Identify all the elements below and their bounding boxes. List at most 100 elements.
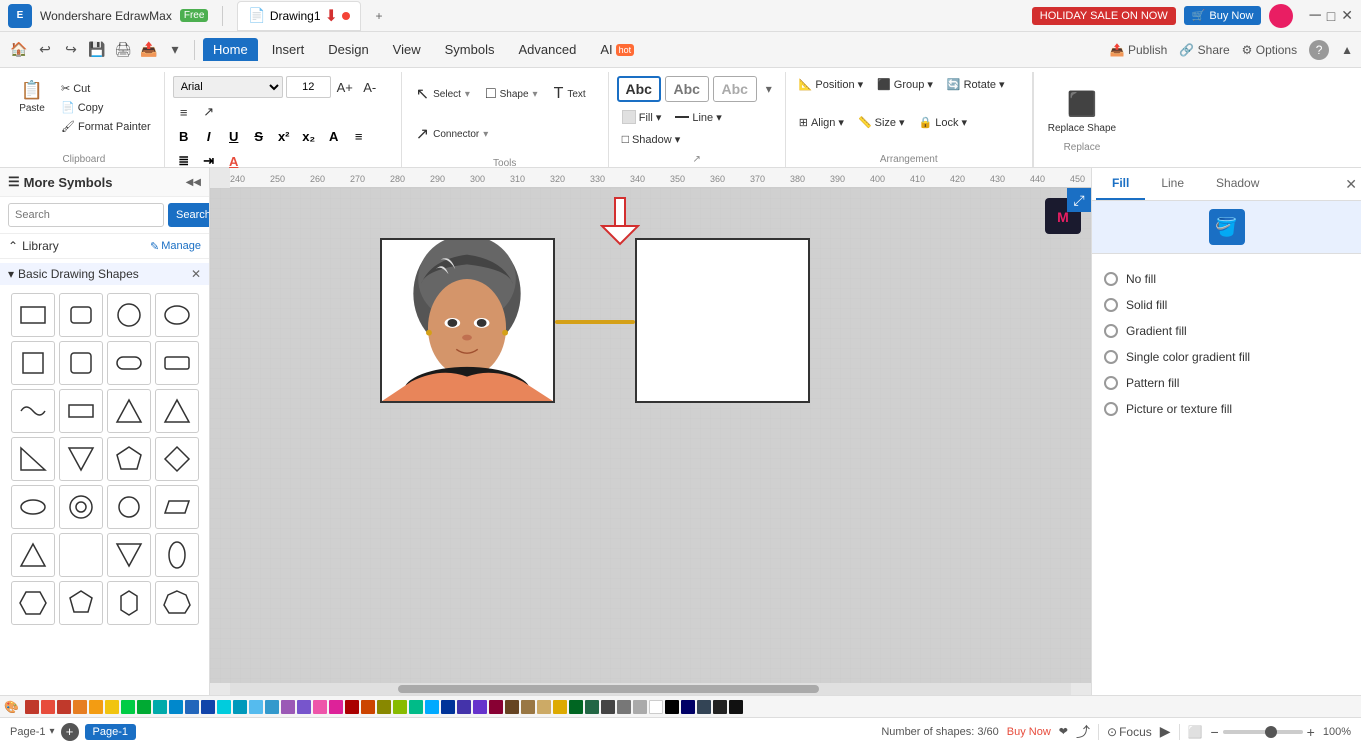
menu-home[interactable]: Home bbox=[203, 38, 258, 61]
menu-insert[interactable]: Insert bbox=[262, 38, 315, 61]
styles-expand-btn[interactable]: ▾ bbox=[761, 76, 777, 102]
color-swatch-yellow1[interactable] bbox=[89, 700, 103, 714]
font-size-input[interactable] bbox=[286, 76, 331, 98]
shape-heptagon[interactable] bbox=[155, 581, 199, 625]
shape-square1[interactable] bbox=[11, 341, 55, 385]
expand-font-btn[interactable]: ↗ bbox=[198, 101, 220, 123]
manage-btn[interactable]: ✎ Manage bbox=[150, 240, 201, 253]
page-tab-item[interactable]: Page-1 ▾ bbox=[10, 726, 55, 738]
text-tool-btn[interactable]: T Text bbox=[548, 76, 592, 112]
color-swatch-pink1[interactable] bbox=[313, 700, 327, 714]
color-swatch-red1[interactable] bbox=[25, 700, 39, 714]
increase-font-btn[interactable]: A+ bbox=[334, 76, 356, 98]
close-btn[interactable]: ✕ bbox=[1341, 7, 1353, 24]
color-swatch-cyan2[interactable] bbox=[233, 700, 247, 714]
nav-print[interactable]: 🖨 bbox=[112, 39, 134, 61]
shape-circle2[interactable] bbox=[155, 293, 199, 337]
zoom-in-btn[interactable]: + bbox=[1307, 724, 1315, 740]
color-swatch-green2[interactable] bbox=[137, 700, 151, 714]
maximize-btn[interactable]: □ bbox=[1327, 8, 1335, 24]
shape-tool-btn[interactable]: □ Shape ▾ bbox=[480, 76, 544, 112]
styles-expand-icon[interactable]: ↗ bbox=[693, 154, 701, 165]
strikethrough-btn[interactable]: S bbox=[248, 125, 270, 147]
style-abc2[interactable]: Abc bbox=[665, 76, 709, 102]
page-dropdown-icon[interactable]: ▾ bbox=[49, 726, 54, 737]
shape-oval[interactable] bbox=[155, 533, 199, 577]
align-btn2[interactable]: ⊞ Align ▾ bbox=[794, 114, 849, 131]
color-swatch-orange2[interactable] bbox=[73, 700, 87, 714]
subscript-btn[interactable]: x₂ bbox=[298, 125, 320, 147]
color-swatch-lime[interactable] bbox=[393, 700, 407, 714]
shape-triangle7[interactable] bbox=[107, 533, 151, 577]
group-btn[interactable]: ⬛ Group ▾ bbox=[872, 76, 938, 93]
nav-undo[interactable]: ↩ bbox=[34, 39, 56, 61]
shape-diamond[interactable] bbox=[155, 437, 199, 481]
color-swatch-darkred[interactable] bbox=[345, 700, 359, 714]
zoom-slider[interactable] bbox=[1223, 730, 1303, 734]
italic-btn[interactable]: I bbox=[198, 125, 220, 147]
line-btn[interactable]: Line ▾ bbox=[670, 108, 726, 126]
color-swatch-lightgray[interactable] bbox=[633, 700, 647, 714]
page-tab-active[interactable]: Page-1 bbox=[85, 724, 136, 740]
canvas-expand-btn[interactable]: ⤢ bbox=[1067, 188, 1091, 212]
h-scrollbar[interactable] bbox=[230, 683, 1071, 695]
format-painter-btn[interactable]: 🖌 Format Painter bbox=[56, 118, 156, 135]
drawing-canvas[interactable]: M ⤢ bbox=[210, 188, 1091, 683]
color-swatch-charcoal[interactable] bbox=[713, 700, 727, 714]
fill-gradient[interactable]: Gradient fill bbox=[1104, 318, 1349, 344]
new-tab-btn[interactable]: + bbox=[369, 6, 389, 26]
cut-btn[interactable]: ✂ Cut bbox=[56, 80, 156, 97]
shape-triangle5[interactable] bbox=[11, 533, 55, 577]
fill-pattern[interactable]: Pattern fill bbox=[1104, 370, 1349, 396]
nav-home[interactable]: 🏠 bbox=[8, 39, 30, 61]
tab-line[interactable]: Line bbox=[1145, 168, 1200, 200]
color-swatch-cyan1[interactable] bbox=[217, 700, 231, 714]
menu-design[interactable]: Design bbox=[318, 38, 378, 61]
help-btn[interactable]: ? bbox=[1309, 40, 1329, 60]
shadow-btn[interactable]: □ Shadow ▾ bbox=[617, 130, 686, 148]
shapes-section-header[interactable]: ▾ Basic Drawing Shapes ✕ bbox=[0, 263, 209, 285]
search-input[interactable] bbox=[8, 203, 164, 227]
options-btn[interactable]: ⚙ Options bbox=[1242, 43, 1297, 57]
shape-triangle6[interactable] bbox=[59, 533, 103, 577]
color-swatch-nearblack[interactable] bbox=[729, 700, 743, 714]
play-icon[interactable]: ▶ bbox=[1160, 723, 1171, 740]
color-swatch-darkgreen[interactable] bbox=[569, 700, 583, 714]
panel-collapse-btn[interactable]: ◀◀ bbox=[186, 177, 201, 188]
rotate-btn[interactable]: 🔄 Rotate ▾ bbox=[942, 76, 1010, 93]
shape-triangle3[interactable] bbox=[11, 437, 55, 481]
color-swatch-violet[interactable] bbox=[473, 700, 487, 714]
fill-solid[interactable]: Solid fill bbox=[1104, 292, 1349, 318]
publish-btn[interactable]: 📤 Publish bbox=[1110, 43, 1168, 57]
nav-redo[interactable]: ↪ bbox=[60, 39, 82, 61]
shape-wave[interactable] bbox=[11, 389, 55, 433]
paste-btn[interactable]: 📋 Paste bbox=[12, 76, 52, 118]
tab-shadow[interactable]: Shadow bbox=[1200, 168, 1275, 200]
style-abc3[interactable]: Abc bbox=[713, 76, 757, 102]
shape-pentagon[interactable] bbox=[107, 437, 151, 481]
collapse-ribbon-btn[interactable]: ▲ bbox=[1341, 43, 1353, 57]
color-swatch-lightblue1[interactable] bbox=[249, 700, 263, 714]
color-swatch-sky[interactable] bbox=[425, 700, 439, 714]
color-swatch-brown[interactable] bbox=[505, 700, 519, 714]
color-swatch-blue1[interactable] bbox=[169, 700, 183, 714]
menu-advanced[interactable]: Advanced bbox=[508, 38, 586, 61]
color-swatch-orange1[interactable] bbox=[57, 700, 71, 714]
shape-triangle2[interactable] bbox=[155, 389, 199, 433]
menu-ai[interactable]: AI hot bbox=[590, 38, 644, 61]
fill-no-fill[interactable]: No fill bbox=[1104, 266, 1349, 292]
fill-single-gradient[interactable]: Single color gradient fill bbox=[1104, 344, 1349, 370]
portrait-shape[interactable] bbox=[380, 238, 555, 403]
fit-page-btn[interactable]: ⬜ bbox=[1188, 725, 1203, 739]
shape-triangle1[interactable] bbox=[107, 389, 151, 433]
fill-picture-texture[interactable]: Picture or texture fill bbox=[1104, 396, 1349, 422]
shape-parallelogram[interactable] bbox=[155, 485, 199, 529]
color-swatch-gold[interactable] bbox=[553, 700, 567, 714]
holiday-sale-btn[interactable]: HOLIDAY SALE ON NOW bbox=[1032, 7, 1176, 25]
menu-view[interactable]: View bbox=[383, 38, 431, 61]
shape-hexagon2[interactable] bbox=[107, 581, 151, 625]
minimize-btn[interactable]: ─ bbox=[1309, 7, 1320, 25]
buy-now-btn[interactable]: 🛒 Buy Now bbox=[1184, 6, 1262, 25]
shape-ellipse1[interactable] bbox=[11, 485, 55, 529]
library-label[interactable]: ⌃ Library bbox=[8, 239, 59, 253]
